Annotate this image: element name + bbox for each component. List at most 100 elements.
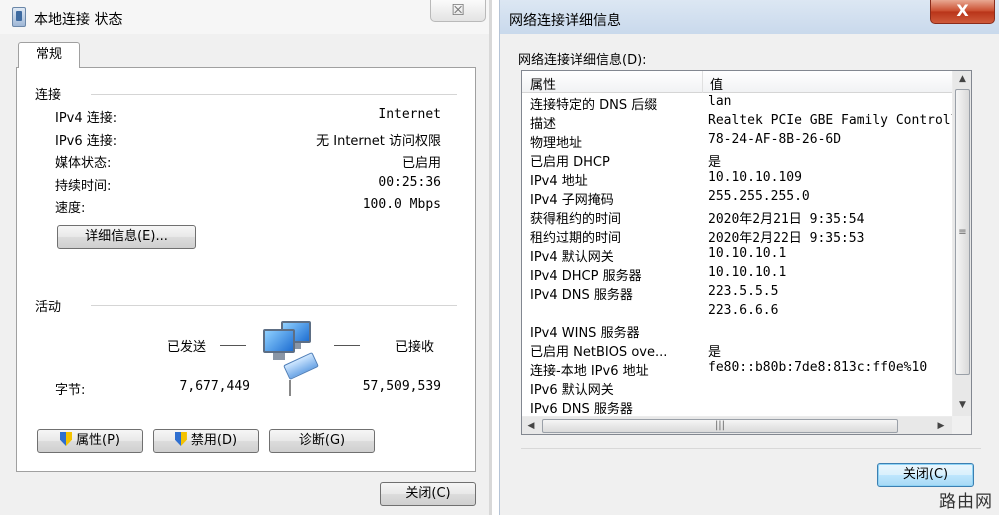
property-cell: IPv4 默认网关 (530, 250, 614, 265)
media-state-value: 已启用 (401, 156, 441, 171)
scroll-up-icon[interactable]: ▲ (953, 71, 971, 88)
value-cell: 78-24-AF-8B-26-6D (708, 132, 842, 147)
list-item[interactable]: IPv4 WINS 服务器 (522, 321, 952, 341)
status-window-titlebar[interactable]: 本地连接 状态 (0, 0, 492, 34)
property-cell: IPv4 DHCP 服务器 (530, 269, 642, 284)
value-cell: Realtek PCIe GBE Family Controller (708, 113, 952, 128)
status-window: 本地连接 状态 ☒ 常规 连接 IPv4 连接: Internet IPv6 连… (0, 0, 492, 515)
value-cell: 2020年2月22日 9:35:53 (708, 231, 865, 246)
details-list[interactable]: 属性 值 连接特定的 DNS 后缀 lan 描述 Realtek PCIe GBE … (521, 70, 972, 435)
details-window: 网络连接详细信息 X 网络连接详细信息(D): 属性 值 连接特定的 DNS 后… (499, 0, 999, 515)
value-cell: 是 (708, 345, 722, 360)
details-list-rows: 连接特定的 DNS 后缀 lan 描述 Realtek PCIe GBE Famil… (522, 93, 952, 417)
property-cell: 已启用 DHCP (530, 155, 610, 170)
details-window-titlebar[interactable]: 网络连接详细信息 (500, 0, 999, 34)
value-cell: 10.10.10.1 (708, 246, 787, 261)
list-item[interactable]: 连接特定的 DNS 后缀 lan (522, 93, 952, 113)
list-item[interactable]: 223.6.6.6 (522, 302, 952, 321)
media-state-label: 媒体状态: (55, 156, 112, 171)
sent-label: 已发送 (167, 340, 207, 355)
value-cell: 10.10.10.1 (708, 265, 787, 280)
status-close-button[interactable]: 关闭(C) (380, 482, 476, 506)
list-item[interactable]: IPv4 默认网关 10.10.10.1 (522, 245, 952, 265)
properties-button[interactable]: 属性(P) (37, 429, 143, 453)
list-item[interactable]: IPv4 子网掩码 255.255.255.0 (522, 188, 952, 208)
activity-section-divider (91, 305, 457, 306)
property-cell: 物理地址 (530, 136, 583, 151)
status-window-close-button[interactable]: ☒ (430, 0, 486, 22)
list-item[interactable]: IPv6 默认网关 (522, 378, 952, 398)
value-cell: 是 (708, 155, 722, 170)
property-cell: 描述 (530, 117, 557, 132)
horizontal-scroll-thumb[interactable]: ||| (542, 419, 898, 433)
list-item[interactable]: 已启用 DHCP 是 (522, 150, 952, 170)
network-adapter-icon (12, 7, 26, 27)
list-item[interactable]: 获得租约的时间 2020年2月21日 9:35:54 (522, 207, 952, 227)
property-cell: 已启用 NetBIOS ove... (530, 345, 668, 360)
close-icon: X (956, 1, 969, 20)
ipv4-connectivity-value: Internet (378, 107, 441, 122)
list-item[interactable]: IPv6 DNS 服务器 (522, 397, 952, 417)
property-cell: 连接特定的 DNS 后缀 (530, 98, 658, 113)
duration-label: 持续时间: (55, 179, 112, 194)
scroll-left-icon[interactable]: ◀ (522, 417, 540, 434)
bytes-received-value: 57,509,539 (362, 379, 441, 394)
diagnose-button[interactable]: 诊断(G) (269, 429, 375, 453)
activity-section-title: 活动 (35, 300, 62, 315)
general-tab-panel: 连接 IPv4 连接: Internet IPv6 连接: 无 Internet… (16, 67, 476, 472)
bytes-sent-value: 7,677,449 (179, 379, 250, 394)
value-cell: 223.6.6.6 (708, 303, 779, 318)
list-item[interactable]: 物理地址 78-24-AF-8B-26-6D (522, 131, 952, 151)
close-icon: ☒ (451, 1, 465, 19)
horizontal-scrollbar[interactable]: ◀ ||| ▶ (522, 416, 952, 434)
disable-button-label: 禁用(D) (190, 433, 238, 448)
list-item[interactable]: 租约过期的时间 2020年2月22日 9:35:53 (522, 226, 952, 246)
uac-shield-icon (174, 432, 187, 446)
network-cable-icon (289, 380, 291, 396)
received-line (334, 345, 360, 346)
column-header-property[interactable]: 属性 (530, 74, 556, 93)
duration-value: 00:25:36 (378, 175, 441, 190)
tab-general[interactable]: 常规 (18, 42, 80, 68)
watermark: 路由网 (939, 492, 993, 512)
vertical-scrollbar[interactable]: ▲ ≡ ▼ (952, 71, 971, 416)
details-list-caption: 网络连接详细信息(D): (518, 53, 647, 68)
column-header-value[interactable]: 值 (710, 74, 723, 93)
value-cell: fe80::b80b:7de8:813c:ff0e%10 (708, 360, 928, 375)
details-list-header: 属性 值 (522, 71, 952, 93)
list-item[interactable]: 已启用 NetBIOS ove... 是 (522, 340, 952, 360)
property-cell: 连接-本地 IPv6 地址 (530, 364, 649, 379)
list-item[interactable]: IPv4 DNS 服务器 223.5.5.5 (522, 283, 952, 303)
window-frame-edge (489, 0, 492, 515)
dialog-separator (521, 448, 981, 449)
list-item[interactable]: 描述 Realtek PCIe GBE Family Controller (522, 112, 952, 132)
scroll-right-icon[interactable]: ▶ (932, 417, 950, 434)
details-close-button[interactable]: 关闭(C) (877, 463, 974, 487)
property-cell: 获得租约的时间 (530, 212, 622, 227)
details-button[interactable]: 详细信息(E)... (57, 225, 196, 249)
list-item[interactable]: IPv4 地址 10.10.10.109 (522, 169, 952, 189)
value-cell: 223.5.5.5 (708, 284, 779, 299)
scroll-down-icon[interactable]: ▼ (953, 397, 971, 414)
received-label: 已接收 (395, 340, 435, 355)
vertical-scroll-thumb[interactable]: ≡ (955, 89, 970, 375)
property-cell: 租约过期的时间 (530, 231, 622, 246)
property-cell: IPv4 子网掩码 (530, 193, 614, 208)
list-item[interactable]: IPv4 DHCP 服务器 10.10.10.1 (522, 264, 952, 284)
speed-value: 100.0 Mbps (362, 197, 441, 212)
value-cell: 10.10.10.109 (708, 170, 802, 185)
properties-button-label: 属性(P) (76, 433, 120, 448)
scrollbar-corner (952, 416, 971, 434)
ipv6-connectivity-label: IPv6 连接: (55, 134, 118, 149)
list-item[interactable]: 连接-本地 IPv6 地址 fe80::b80b:7de8:813c:ff0e%1… (522, 359, 952, 379)
column-separator[interactable] (702, 71, 703, 93)
value-cell: 255.255.255.0 (708, 189, 810, 204)
connection-section-title: 连接 (35, 88, 62, 103)
value-cell: 2020年2月21日 9:35:54 (708, 212, 865, 227)
bytes-label: 字节: (55, 383, 86, 398)
details-window-close-button[interactable]: X (930, 0, 995, 24)
disable-button[interactable]: 禁用(D) (153, 429, 259, 453)
ipv4-connectivity-label: IPv4 连接: (55, 111, 118, 126)
property-cell: IPv4 WINS 服务器 (530, 326, 640, 341)
value-cell: lan (708, 94, 732, 109)
